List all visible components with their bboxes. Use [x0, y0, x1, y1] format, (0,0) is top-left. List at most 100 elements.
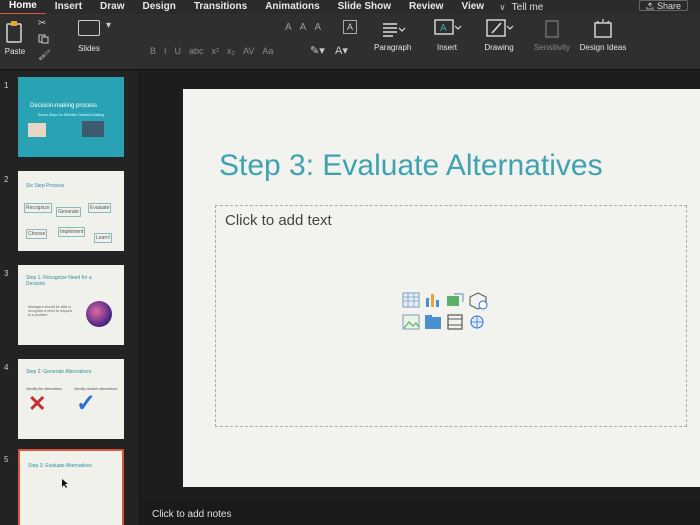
slide-thumbnail-5[interactable]: Step 3: Evaluate Alternatives — [18, 449, 124, 525]
blue-check-icon: ✓ — [76, 390, 97, 417]
drawing-button[interactable]: Drawing — [484, 18, 514, 52]
sensitivity-label: Sensitivity — [534, 43, 571, 52]
menu-design[interactable]: Design — [133, 0, 184, 14]
slide-editing-canvas: Step 3: Evaluate Alternatives Click to a… — [141, 71, 700, 501]
clear-format-icon: A — [343, 20, 357, 34]
brush-icon: 🖌 — [38, 50, 51, 61]
insert-chart-icon[interactable] — [424, 292, 442, 308]
superscript-button[interactable]: x² — [212, 46, 220, 56]
slide-thumbnail-2[interactable]: Six Step Process Recognize Generate Eval… — [18, 171, 124, 251]
subscript-button[interactable]: x₂ — [227, 46, 235, 56]
paragraph-label: Paragraph — [374, 43, 412, 52]
design-ideas-icon — [594, 19, 612, 38]
slide-thumbnail-3[interactable]: Step 1: Recognize Need for a Decision Ma… — [18, 265, 124, 345]
insert-shapes-icon: A — [434, 19, 462, 35]
slide-number: 4 — [4, 363, 9, 372]
slide-thumbnail-4[interactable]: Step 2: Generate Alternatives Identify t… — [18, 359, 124, 439]
menu-slide-show[interactable]: Slide Show — [329, 0, 400, 14]
font-size-row: A A A — [285, 22, 321, 33]
increase-font-button[interactable]: A — [300, 22, 307, 33]
drawing-label: Drawing — [484, 43, 514, 52]
scissors-icon: ✂ — [38, 18, 47, 29]
chevron-down-icon: ▾ — [106, 20, 112, 31]
thumb-image — [82, 121, 104, 137]
thumb-box: Choose — [26, 229, 48, 239]
menu-view[interactable]: View — [452, 0, 493, 14]
decrease-font-button[interactable]: A — [314, 22, 321, 33]
tell-me-label: Tell me — [511, 1, 544, 13]
clipboard-icon — [6, 21, 22, 43]
format-painter-button[interactable]: 🖌 — [38, 50, 51, 61]
font-color-button[interactable]: A▾ — [335, 44, 348, 57]
layout-button[interactable]: ▾ — [106, 20, 111, 31]
italic-button[interactable]: I — [164, 46, 167, 56]
thumb-title: Step 1: Recognize Need for a Decision — [26, 275, 92, 287]
menu-home[interactable]: Home — [0, 0, 46, 15]
notes-pane[interactable]: Click to add notes — [141, 501, 700, 525]
menu-draw[interactable]: Draw — [91, 0, 133, 14]
sensitivity-button[interactable]: Sensitivity — [534, 18, 570, 52]
change-case-button[interactable]: Aa — [262, 46, 273, 56]
menu-review[interactable]: Review — [400, 0, 452, 14]
slides-label: Slides — [78, 44, 100, 53]
current-slide[interactable]: Step 3: Evaluate Alternatives Click to a… — [183, 89, 700, 487]
content-placeholder-text: Click to add text — [225, 212, 332, 229]
sensitivity-icon — [545, 20, 559, 38]
paragraph-button[interactable]: Paragraph — [374, 20, 411, 52]
menu-animations[interactable]: Animations — [256, 0, 328, 14]
insert-3d-model-icon[interactable] — [468, 292, 488, 310]
copy-icon — [38, 34, 49, 44]
insert-smartart-icon[interactable] — [446, 292, 464, 308]
underline-button[interactable]: U — [175, 46, 182, 56]
font-size-dropdown[interactable]: A — [285, 22, 292, 33]
insert-button[interactable]: A Insert — [432, 18, 462, 52]
clear-format-button[interactable]: A — [343, 20, 357, 34]
thumb-subtitle: Seven Steps for Effective Decision-Makin… — [38, 113, 105, 117]
new-slide-icon — [78, 20, 100, 36]
cut-button[interactable]: ✂ — [38, 18, 46, 29]
menu-bar: Home Insert Draw Design Transitions Anim… — [0, 0, 700, 15]
strikethrough-button[interactable]: abc — [189, 46, 204, 56]
insert-content-icons — [402, 292, 502, 342]
slide-title[interactable]: Step 3: Evaluate Alternatives — [219, 149, 603, 183]
notes-placeholder: Click to add notes — [152, 509, 232, 520]
copy-button[interactable] — [38, 34, 50, 44]
design-ideas-button[interactable]: Design Ideas — [580, 18, 626, 52]
thumb-box: Recognize — [24, 203, 52, 213]
font-format-row: B I U abc x² x₂ AV Aa — [150, 46, 273, 56]
thumb-body: Managers should be able to recognize a n… — [28, 305, 73, 317]
character-spacing-button[interactable]: AV — [243, 46, 254, 56]
menu-insert[interactable]: Insert — [46, 0, 91, 14]
insert-table-icon[interactable] — [402, 292, 420, 308]
slide-thumbnail-pane[interactable]: 1 Decision-making process Seven Steps fo… — [0, 71, 140, 525]
bold-button[interactable]: B — [150, 46, 156, 56]
share-button[interactable]: Share — [638, 0, 688, 11]
thumb-box: Generate — [56, 207, 81, 217]
svg-text:A: A — [440, 23, 447, 34]
drawing-pen-icon — [486, 19, 514, 37]
thumb-title: Step 2: Generate Alternatives — [26, 369, 92, 375]
insert-label: Insert — [436, 43, 457, 52]
red-x-icon: ✕ — [28, 391, 47, 416]
share-label: Share — [656, 0, 681, 11]
slide-thumbnail-1[interactable]: Decision-making process Seven Steps for … — [18, 77, 124, 157]
insert-online-picture-icon[interactable] — [468, 314, 486, 330]
paragraph-icon — [382, 23, 406, 37]
slide-number: 3 — [4, 269, 9, 278]
content-placeholder[interactable]: Click to add text — [215, 205, 687, 427]
paste-button[interactable]: Paste — [4, 20, 26, 56]
ribbon: Paste ✂ 🖌 Slides ▾ B I U abc x² x₂ AV Aa… — [0, 14, 700, 70]
share-icon — [646, 1, 654, 9]
menu-transitions[interactable]: Transitions — [185, 0, 256, 14]
thumb-box: Learn! — [94, 233, 113, 243]
tell-me-search[interactable]: ∨ Tell me — [499, 2, 543, 13]
thumb-box: Evaluate — [88, 203, 112, 213]
slides-button[interactable]: Slides — [78, 20, 100, 53]
slide-number: 2 — [4, 175, 9, 184]
thumb-title: Decision-making process — [30, 103, 98, 109]
insert-video-icon[interactable] — [446, 314, 464, 330]
mouse-cursor-icon — [62, 479, 68, 488]
highlight-color-button[interactable]: ✎▾ — [310, 44, 325, 57]
insert-icons-icon[interactable] — [424, 314, 442, 330]
insert-picture-icon[interactable] — [402, 314, 420, 330]
